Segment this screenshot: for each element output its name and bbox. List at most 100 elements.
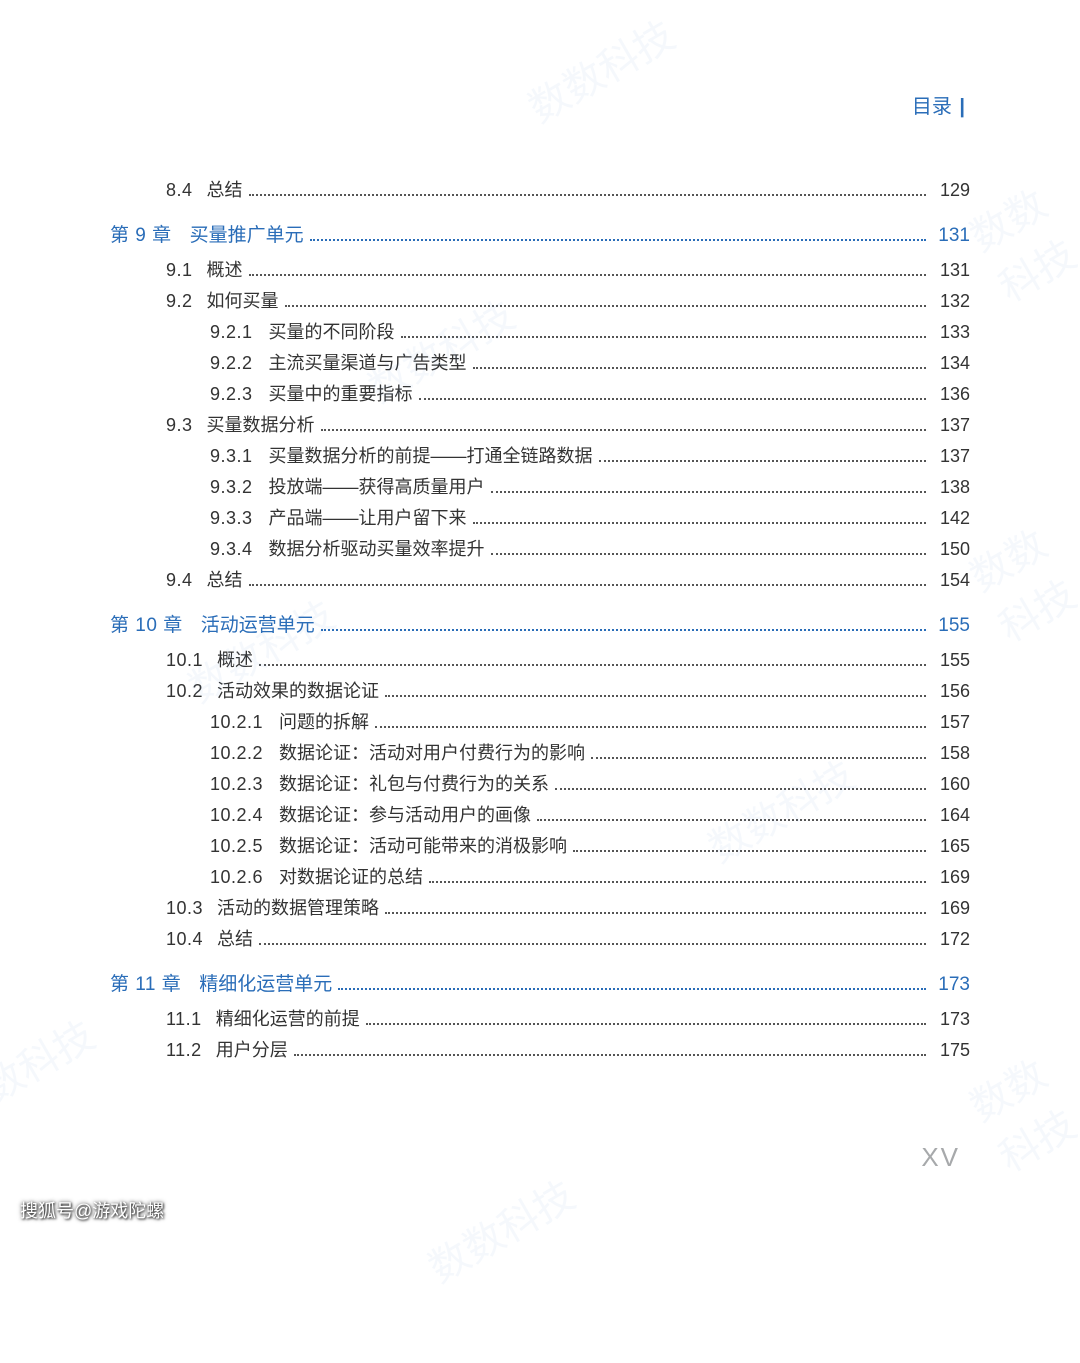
toc-entry: 10.2.3数据论证：礼包与付费行为的关系160 [110,769,970,800]
toc-entry-number: 9.2.2 [210,348,253,379]
toc-entry-page: 156 [932,676,970,707]
toc-entry-page: 169 [932,862,970,893]
toc-entry: 10.2.4数据论证：参与活动用户的画像164 [110,800,970,831]
toc-entry-number: 10.1 [166,645,203,676]
toc-entry-number: 9.3.2 [210,472,253,503]
toc-entry-page: 133 [932,317,970,348]
toc-entry-title: 问题的拆解 [279,707,369,738]
toc-entry-title: 活动的数据管理策略 [217,893,379,924]
toc-entry-page: 172 [932,924,970,955]
toc-entry-number: 11.1 [166,1004,202,1035]
toc-leader-dots [491,553,926,555]
toc-leader-dots [294,1054,926,1056]
document-page: 目录 | 8.4总结129第 9 章买量推广单元1319.1概述1319.2如何… [0,0,1080,1363]
toc-leader-dots [473,522,926,524]
toc-entry-number: 9.3 [166,410,193,441]
toc-entry-page: 142 [932,503,970,534]
toc-entry-number: 第 10 章 [110,610,183,641]
toc-header: 目录 | [912,90,965,119]
toc-leader-dots [310,239,926,241]
toc-entry: 第 9 章买量推广单元131 [110,220,970,251]
toc-entry-title: 数据分析驱动买量效率提升 [269,534,485,565]
toc-entry-page: 169 [932,893,970,924]
toc-entry: 9.2.1买量的不同阶段133 [110,317,970,348]
toc-entry-page: 165 [932,831,970,862]
toc-entry: 10.1概述155 [110,645,970,676]
toc-leader-dots [573,850,926,852]
toc-leader-dots [321,429,926,431]
toc-leader-dots [321,629,926,631]
table-of-contents: 8.4总结129第 9 章买量推广单元1319.1概述1319.2如何买量132… [110,175,970,1066]
toc-entry: 10.4总结172 [110,924,970,955]
toc-leader-dots [491,491,926,493]
toc-entry-title: 精细化运营单元 [199,969,332,1000]
toc-entry-title: 买量数据分析 [207,410,315,441]
toc-leader-dots [473,367,926,369]
bg-watermark: 数数科技 [958,503,1080,653]
toc-entry: 11.1 精细化运营的前提 173 [110,1004,970,1035]
toc-leader-dots [599,460,926,462]
toc-entry-number: 10.2 [166,676,203,707]
toc-entry-number: 9.3.3 [210,503,253,534]
toc-entry-title: 产品端——让用户留下来 [269,503,467,534]
toc-entry-title: 总结 [207,175,243,206]
toc-entry-number: 9.4 [166,565,193,596]
bg-watermark: 数数科技 [416,1164,584,1294]
toc-entry-title: 精细化运营的前提 [216,1004,360,1035]
toc-leader-dots [338,988,926,990]
toc-entry-number: 10.2.2 [210,738,263,769]
toc-entry-page: 157 [932,707,970,738]
toc-entry-page: 136 [932,379,970,410]
toc-entry: 10.2 活动效果的数据论证 156 [110,676,970,707]
toc-entry-page: 138 [932,472,970,503]
toc-entry-page: 173 [932,1004,970,1035]
toc-entry-title: 活动运营单元 [201,610,315,641]
toc-entry-page: 160 [932,769,970,800]
toc-entry-number: 9.3.4 [210,534,253,565]
toc-leader-dots [385,695,926,697]
toc-entry-number: 9.3.1 [210,441,253,472]
toc-entry-page: 164 [932,800,970,831]
toc-entry-title: 投放端——获得高质量用户 [269,472,485,503]
toc-entry: 10.2.1问题的拆解157 [110,707,970,738]
toc-entry-title: 买量推广单元 [190,220,304,251]
bg-watermark: 数数科技 [958,1033,1080,1183]
toc-entry-title: 概述 [217,645,253,676]
toc-entry-title: 买量数据分析的前提——打通全链路数据 [269,441,593,472]
toc-entry-page: 150 [932,534,970,565]
toc-entry-page: 137 [932,410,970,441]
toc-entry-number: 10.2.3 [210,769,263,800]
toc-entry: 9.3.4 数据分析驱动买量效率提升 150 [110,534,970,565]
toc-leader-dots [375,726,926,728]
toc-entry-title: 用户分层 [216,1035,288,1066]
toc-entry-title: 数据论证：参与活动用户的画像 [279,800,531,831]
toc-entry-title: 数据论证：活动可能带来的消极影响 [279,831,567,862]
toc-leader-dots [249,584,926,586]
toc-entry: 11.2用户分层175 [110,1035,970,1066]
toc-entry: 9.2.2主流买量渠道与广告类型134 [110,348,970,379]
toc-entry-title: 概述 [207,255,243,286]
source-watermark: 搜狐号@游戏陀螺 [20,1197,164,1223]
toc-leader-dots [419,398,926,400]
toc-entry-number: 第 11 章 [110,969,181,1000]
toc-entry-page: 132 [932,286,970,317]
toc-entry: 9.2.3买量中的重要指标136 [110,379,970,410]
toc-entry-number: 9.2 [166,286,193,317]
toc-entry-title: 活动效果的数据论证 [217,676,379,707]
toc-entry-page: 155 [932,610,970,641]
toc-entry: 10.2.5数据论证：活动可能带来的消极影响165 [110,831,970,862]
toc-entry-number: 9.1 [166,255,193,286]
toc-entry: 第 10 章活动运营单元 155 [110,610,970,641]
toc-entry: 9.1概述131 [110,255,970,286]
toc-leader-dots [537,819,926,821]
toc-entry-page: 154 [932,565,970,596]
toc-entry: 9.2如何买量132 [110,286,970,317]
toc-leader-dots [366,1023,926,1025]
toc-entry-number: 11.2 [166,1035,202,1066]
toc-leader-dots [555,788,926,790]
toc-entry-number: 9.2.1 [210,317,253,348]
toc-leader-dots [429,881,926,883]
toc-entry: 8.4总结129 [110,175,970,206]
toc-header-label: 目录 [912,96,952,118]
toc-entry: 9.3 买量数据分析 137 [110,410,970,441]
